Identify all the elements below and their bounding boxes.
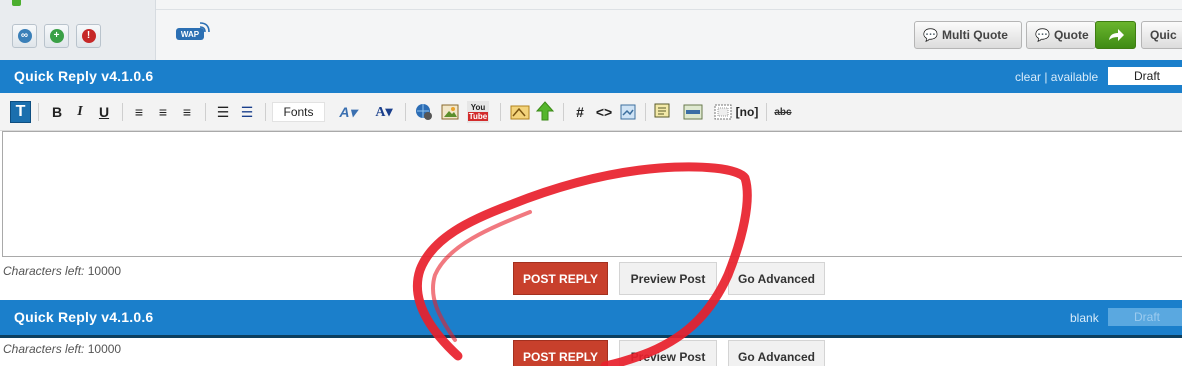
spoiler-box-icon[interactable]: [713, 102, 733, 122]
reply-button[interactable]: [1095, 21, 1136, 49]
preview-post-button[interactable]: Preview Post: [619, 262, 717, 295]
ordered-list-icon[interactable]: ☰: [214, 102, 232, 122]
strikethrough-button[interactable]: abc: [772, 102, 794, 122]
font-select[interactable]: Fonts: [272, 102, 325, 122]
insert-video-icon[interactable]: You Tube: [467, 101, 489, 123]
post-sidebar-cell: ∞ + !: [0, 0, 156, 60]
youtube-bottom-label: Tube: [467, 112, 489, 121]
plus-icon: +: [49, 29, 64, 43]
align-left-icon[interactable]: ≡: [130, 102, 148, 122]
wap-label: WAP: [181, 30, 200, 39]
preview-post-button-2[interactable]: Preview Post: [619, 340, 717, 366]
youtube-top-label: You: [470, 103, 486, 112]
alert-icon: !: [81, 29, 96, 43]
wap-icon[interactable]: WAP: [176, 22, 210, 42]
message-editor[interactable]: [2, 131, 1182, 257]
noparse-button[interactable]: [no]: [734, 102, 760, 122]
reply-arrow-icon: [1108, 29, 1124, 41]
draft-button[interactable]: Draft: [1108, 67, 1182, 85]
html-code-icon[interactable]: [619, 102, 637, 122]
quick-label: Quic: [1150, 28, 1177, 42]
code-button[interactable]: <>: [593, 102, 615, 122]
switch-editor-mode-icon[interactable]: T: [10, 101, 31, 123]
italic-button[interactable]: I: [71, 102, 89, 122]
editor-toolbar: T B I U ≡ ≡ ≡ ☰ ☰: [0, 93, 1182, 131]
divider: [0, 335, 1182, 338]
post-reply-button-2[interactable]: POST REPLY: [513, 340, 608, 366]
characters-left-label: Characters left:: [3, 264, 85, 278]
separator: [645, 103, 646, 121]
draft-status: clear | available: [1015, 70, 1099, 84]
divider: [156, 9, 1182, 10]
insert-attachment-icon[interactable]: [508, 102, 532, 122]
underline-button[interactable]: U: [95, 102, 113, 122]
separator: [500, 103, 501, 121]
align-right-icon[interactable]: ≡: [178, 102, 196, 122]
unordered-list-icon[interactable]: ☰: [238, 102, 256, 122]
draft-button-2[interactable]: Draft: [1108, 308, 1182, 326]
bold-button[interactable]: B: [48, 102, 66, 122]
speech-bubble-icon: 💬: [1035, 28, 1050, 42]
quick-reply-title: Quick Reply v4.1.0.6: [14, 68, 154, 84]
characters-left-2: Characters left: 10000: [3, 342, 121, 356]
font-color-icon[interactable]: A▾: [370, 102, 398, 122]
quick-reply-header-2: Quick Reply v4.1.0.6 blank: [0, 300, 1182, 335]
separator: [205, 103, 206, 121]
link-icon: ∞: [17, 29, 32, 43]
separator: [265, 103, 266, 121]
separator: [38, 103, 39, 121]
upload-arrow-icon[interactable]: [535, 101, 555, 121]
align-center-icon[interactable]: ≡: [154, 102, 172, 122]
font-size-icon[interactable]: A▾: [334, 102, 362, 122]
quick-reply-header: Quick Reply v4.1.0.6 clear | available D…: [0, 60, 1182, 93]
multi-quote-label: Multi Quote: [941, 28, 1008, 42]
report-post-button[interactable]: !: [76, 24, 101, 48]
quick-reply-button[interactable]: Quic: [1141, 21, 1182, 49]
characters-left-value: 10000: [87, 264, 122, 278]
separator: [766, 103, 767, 121]
separator: [122, 103, 123, 121]
hash-button[interactable]: #: [571, 102, 589, 122]
view-profile-button[interactable]: ∞: [12, 24, 37, 48]
online-status-icon: [12, 0, 21, 6]
go-advanced-button-2[interactable]: Go Advanced: [728, 340, 825, 366]
characters-left: Characters left: 10000: [3, 264, 121, 278]
quote-label: Quote: [1053, 28, 1089, 42]
add-friend-button[interactable]: +: [44, 24, 69, 48]
characters-left-label-2: Characters left:: [3, 342, 85, 356]
characters-left-value-2: 10000: [87, 342, 122, 356]
insert-image-icon[interactable]: [440, 102, 460, 122]
quick-reply-title-2: Quick Reply v4.1.0.6: [14, 309, 154, 325]
separator: [405, 103, 406, 121]
multi-quote-button[interactable]: 💬 Multi Quote: [914, 21, 1022, 49]
go-advanced-button[interactable]: Go Advanced: [728, 262, 825, 295]
draft-status-2: blank: [1070, 311, 1099, 325]
insert-link-icon[interactable]: [414, 102, 434, 122]
table-icon[interactable]: [682, 102, 704, 122]
separator: [563, 103, 564, 121]
quote-block-icon[interactable]: [653, 102, 671, 122]
post-controls-strip: ∞ + ! WAP 💬 Multi Quote 💬 Quote Quic: [0, 0, 1182, 60]
speech-bubble-icon: 💬: [923, 28, 938, 42]
quote-button[interactable]: 💬 Quote: [1026, 21, 1096, 49]
post-reply-button[interactable]: POST REPLY: [513, 262, 608, 295]
